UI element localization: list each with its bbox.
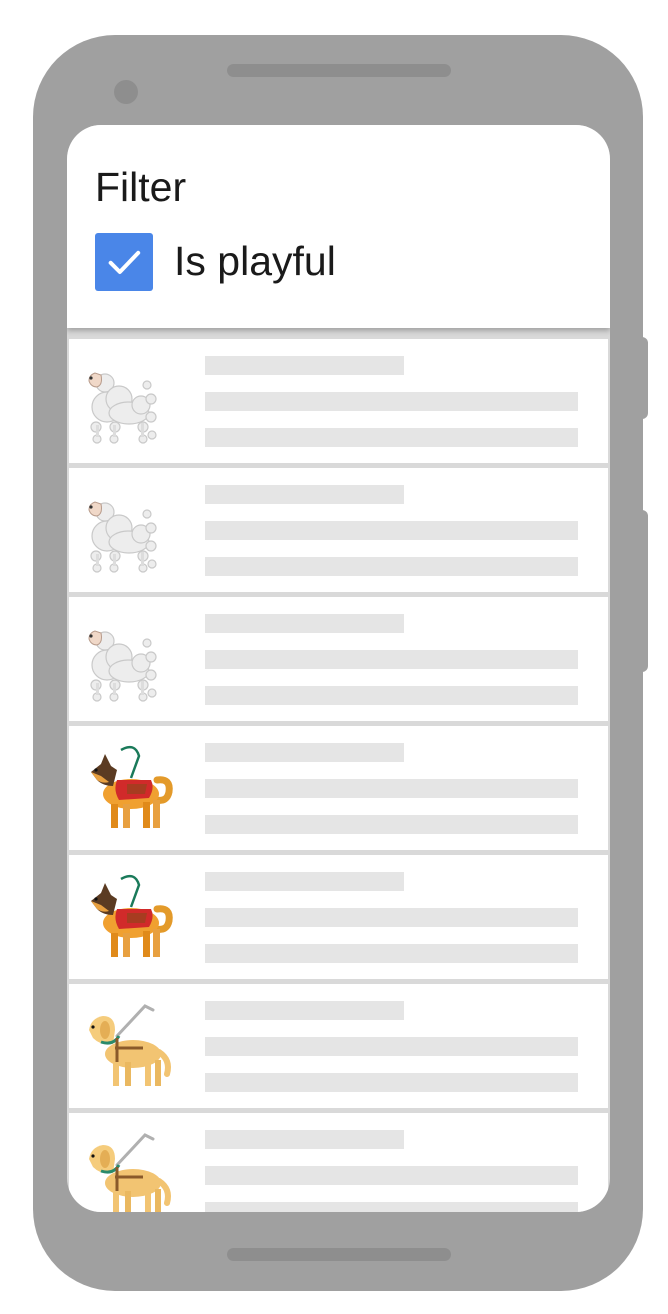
poodle-icon <box>88 630 157 702</box>
service-dog-icon <box>91 745 173 828</box>
power-button <box>636 510 648 672</box>
placeholder-text-line <box>205 1073 578 1092</box>
result-card[interactable] <box>69 984 608 1108</box>
front-camera <box>114 80 138 104</box>
placeholder-text-line <box>205 815 578 834</box>
placeholder-text-line <box>205 1130 404 1149</box>
placeholder-text-line <box>205 1166 578 1185</box>
placeholder-text-line <box>205 1202 578 1212</box>
result-list <box>67 339 610 1212</box>
poodle-icon <box>88 501 157 573</box>
stage: Filter Is playful <box>0 0 668 1314</box>
playful-checkbox-label[interactable]: Is playful <box>174 235 336 287</box>
bottom-speaker <box>227 1248 451 1261</box>
placeholder-text-line <box>205 743 404 762</box>
placeholder-text-line <box>205 686 578 705</box>
result-card[interactable] <box>69 726 608 850</box>
guide-dog-icon <box>89 1133 171 1212</box>
volume-button <box>636 337 648 419</box>
placeholder-text-line <box>205 614 404 633</box>
placeholder-text-line <box>205 1037 578 1056</box>
result-card[interactable] <box>69 339 608 463</box>
result-card[interactable] <box>69 1113 608 1212</box>
placeholder-text-line <box>205 1001 404 1020</box>
placeholder-text-line <box>205 872 404 891</box>
filter-panel: Filter Is playful <box>67 125 610 328</box>
filter-title: Filter <box>95 164 187 210</box>
result-card[interactable] <box>69 597 608 721</box>
placeholder-text-line <box>205 557 578 576</box>
result-card[interactable] <box>69 855 608 979</box>
result-card[interactable] <box>69 468 608 592</box>
earpiece-speaker <box>227 64 451 77</box>
placeholder-text-line <box>205 944 578 963</box>
placeholder-text-line <box>205 485 404 504</box>
playful-checkbox[interactable] <box>95 233 153 291</box>
placeholder-text-line <box>205 779 578 798</box>
placeholder-text-line <box>205 908 578 927</box>
placeholder-text-line <box>205 521 578 540</box>
guide-dog-icon <box>89 1004 171 1086</box>
placeholder-text-line <box>205 428 578 447</box>
placeholder-text-line <box>205 356 404 375</box>
phone-screen: Filter Is playful <box>67 125 610 1212</box>
placeholder-text-line <box>205 650 578 669</box>
poodle-icon <box>88 372 157 444</box>
placeholder-text-line <box>205 392 578 411</box>
checkmark-icon <box>108 250 141 274</box>
service-dog-icon <box>91 874 173 957</box>
